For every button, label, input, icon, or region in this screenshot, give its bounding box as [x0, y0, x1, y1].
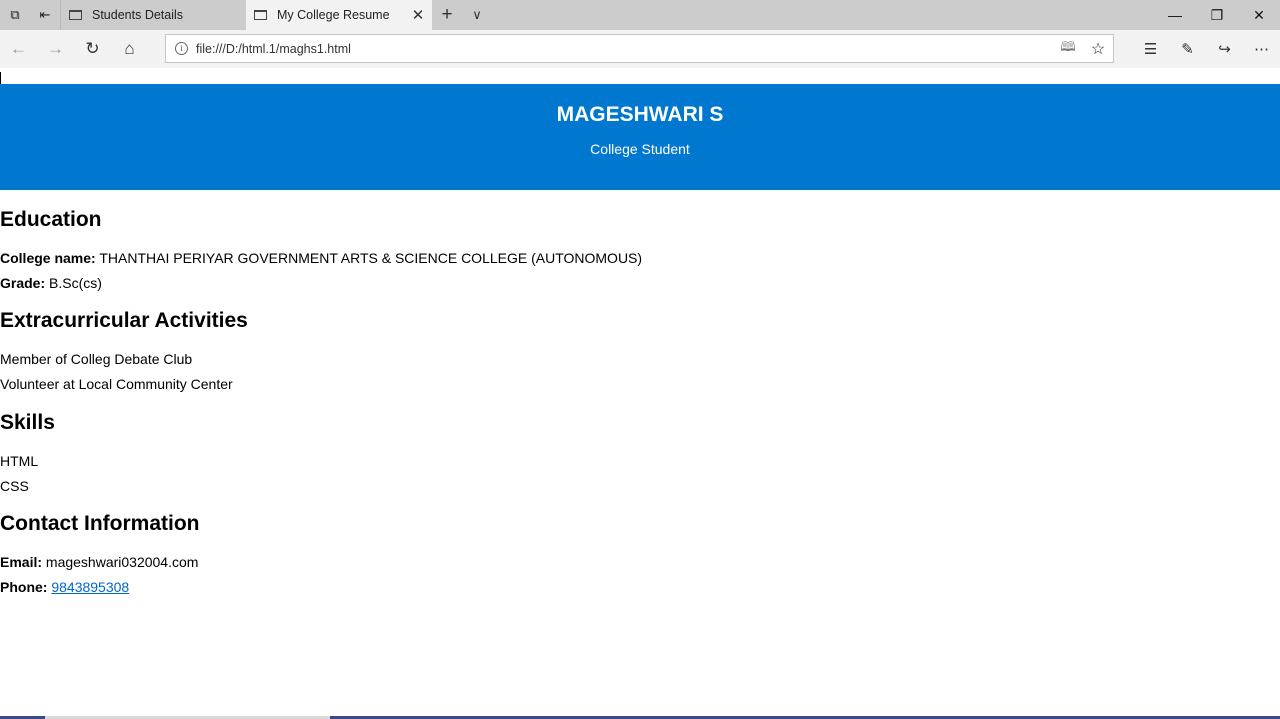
url-text[interactable]: file:///D:/html.1/maghs1.html — [196, 42, 1053, 56]
set-aside-tabs-icon[interactable]: ⇤ — [30, 0, 60, 30]
email-line: Email: mageshwari032004.com — [0, 554, 198, 570]
student-role: College Student — [590, 141, 690, 157]
web-note-icon[interactable]: ✎ — [1169, 30, 1206, 68]
back-icon[interactable]: ← — [0, 30, 37, 68]
refresh-icon[interactable]: ↻ — [74, 30, 111, 68]
new-tab-icon[interactable]: + — [432, 0, 462, 30]
email-label: Email: — [0, 554, 43, 570]
window-controls: — ❐ ✕ — [1154, 0, 1280, 30]
tab-preview-icon[interactable]: ⧉ — [0, 0, 30, 30]
activity-item: Volunteer at Local Community Center — [0, 376, 233, 392]
share-icon[interactable]: ↪ — [1206, 30, 1243, 68]
page-icon — [69, 10, 82, 20]
college-value: THANTHAI PERIYAR GOVERNMENT ARTS & SCIEN… — [95, 250, 643, 266]
favorite-star-icon[interactable]: ☆ — [1083, 39, 1113, 59]
education-heading: Education — [0, 208, 102, 231]
grade-value: B.Sc(cs) — [45, 275, 102, 291]
minimize-icon[interactable]: — — [1154, 0, 1196, 30]
navigation-bar: ← → ↻ ⌂ i file:///D:/html.1/maghs1.html … — [0, 30, 1280, 68]
activities-heading: Extracurricular Activities — [0, 309, 248, 332]
skills-heading: Skills — [0, 411, 55, 434]
home-icon[interactable]: ⌂ — [111, 30, 148, 68]
activity-item: Member of Colleg Debate Club — [0, 351, 193, 367]
more-options-icon[interactable]: ⋯ — [1243, 30, 1280, 68]
college-label: College name: — [0, 250, 96, 266]
grade-label: Grade: — [0, 275, 46, 291]
tab-strip: ⧉ ⇤ Students Details My College Resume ✕… — [0, 0, 1280, 30]
phone-label: Phone: — [0, 579, 48, 595]
page-icon — [254, 10, 267, 20]
tab-label: My College Resume — [277, 8, 390, 22]
student-name: MAGESHWARI S — [556, 103, 724, 126]
skill-item: HTML — [0, 453, 39, 469]
skill-item: CSS — [0, 478, 29, 494]
grade-line: Grade: B.Sc(cs) — [0, 275, 102, 291]
phone-line: Phone: 9843895308 — [0, 579, 129, 595]
info-icon[interactable]: i — [175, 42, 188, 55]
phone-link[interactable]: 9843895308 — [51, 579, 129, 595]
restore-icon[interactable]: ❐ — [1196, 0, 1238, 30]
address-bar[interactable]: i file:///D:/html.1/maghs1.html 🕮 ☆ — [165, 34, 1114, 63]
contact-heading: Contact Information — [0, 512, 200, 535]
page-content: MAGESHWARI S College Student Education C… — [0, 68, 1280, 719]
favorites-hub-icon[interactable]: ☰ — [1132, 30, 1169, 68]
text-caret — [0, 72, 1, 84]
close-window-icon[interactable]: ✕ — [1238, 0, 1280, 30]
forward-icon[interactable]: → — [37, 30, 74, 68]
reading-view-icon[interactable]: 🕮 — [1053, 38, 1083, 60]
email-value: mageshwari032004.com — [42, 554, 199, 570]
tab-my-college-resume[interactable]: My College Resume ✕ — [246, 0, 432, 30]
toolbar-right: ☰ ✎ ↪ ⋯ — [1132, 30, 1280, 68]
chevron-down-icon[interactable]: ∨ — [462, 0, 492, 30]
resume-header: MAGESHWARI S College Student — [0, 84, 1280, 190]
tab-label: Students Details — [92, 8, 184, 22]
college-line: College name: THANTHAI PERIYAR GOVERNMEN… — [0, 250, 642, 266]
close-tab-icon[interactable]: ✕ — [410, 6, 426, 24]
tab-students-details[interactable]: Students Details — [60, 0, 246, 30]
